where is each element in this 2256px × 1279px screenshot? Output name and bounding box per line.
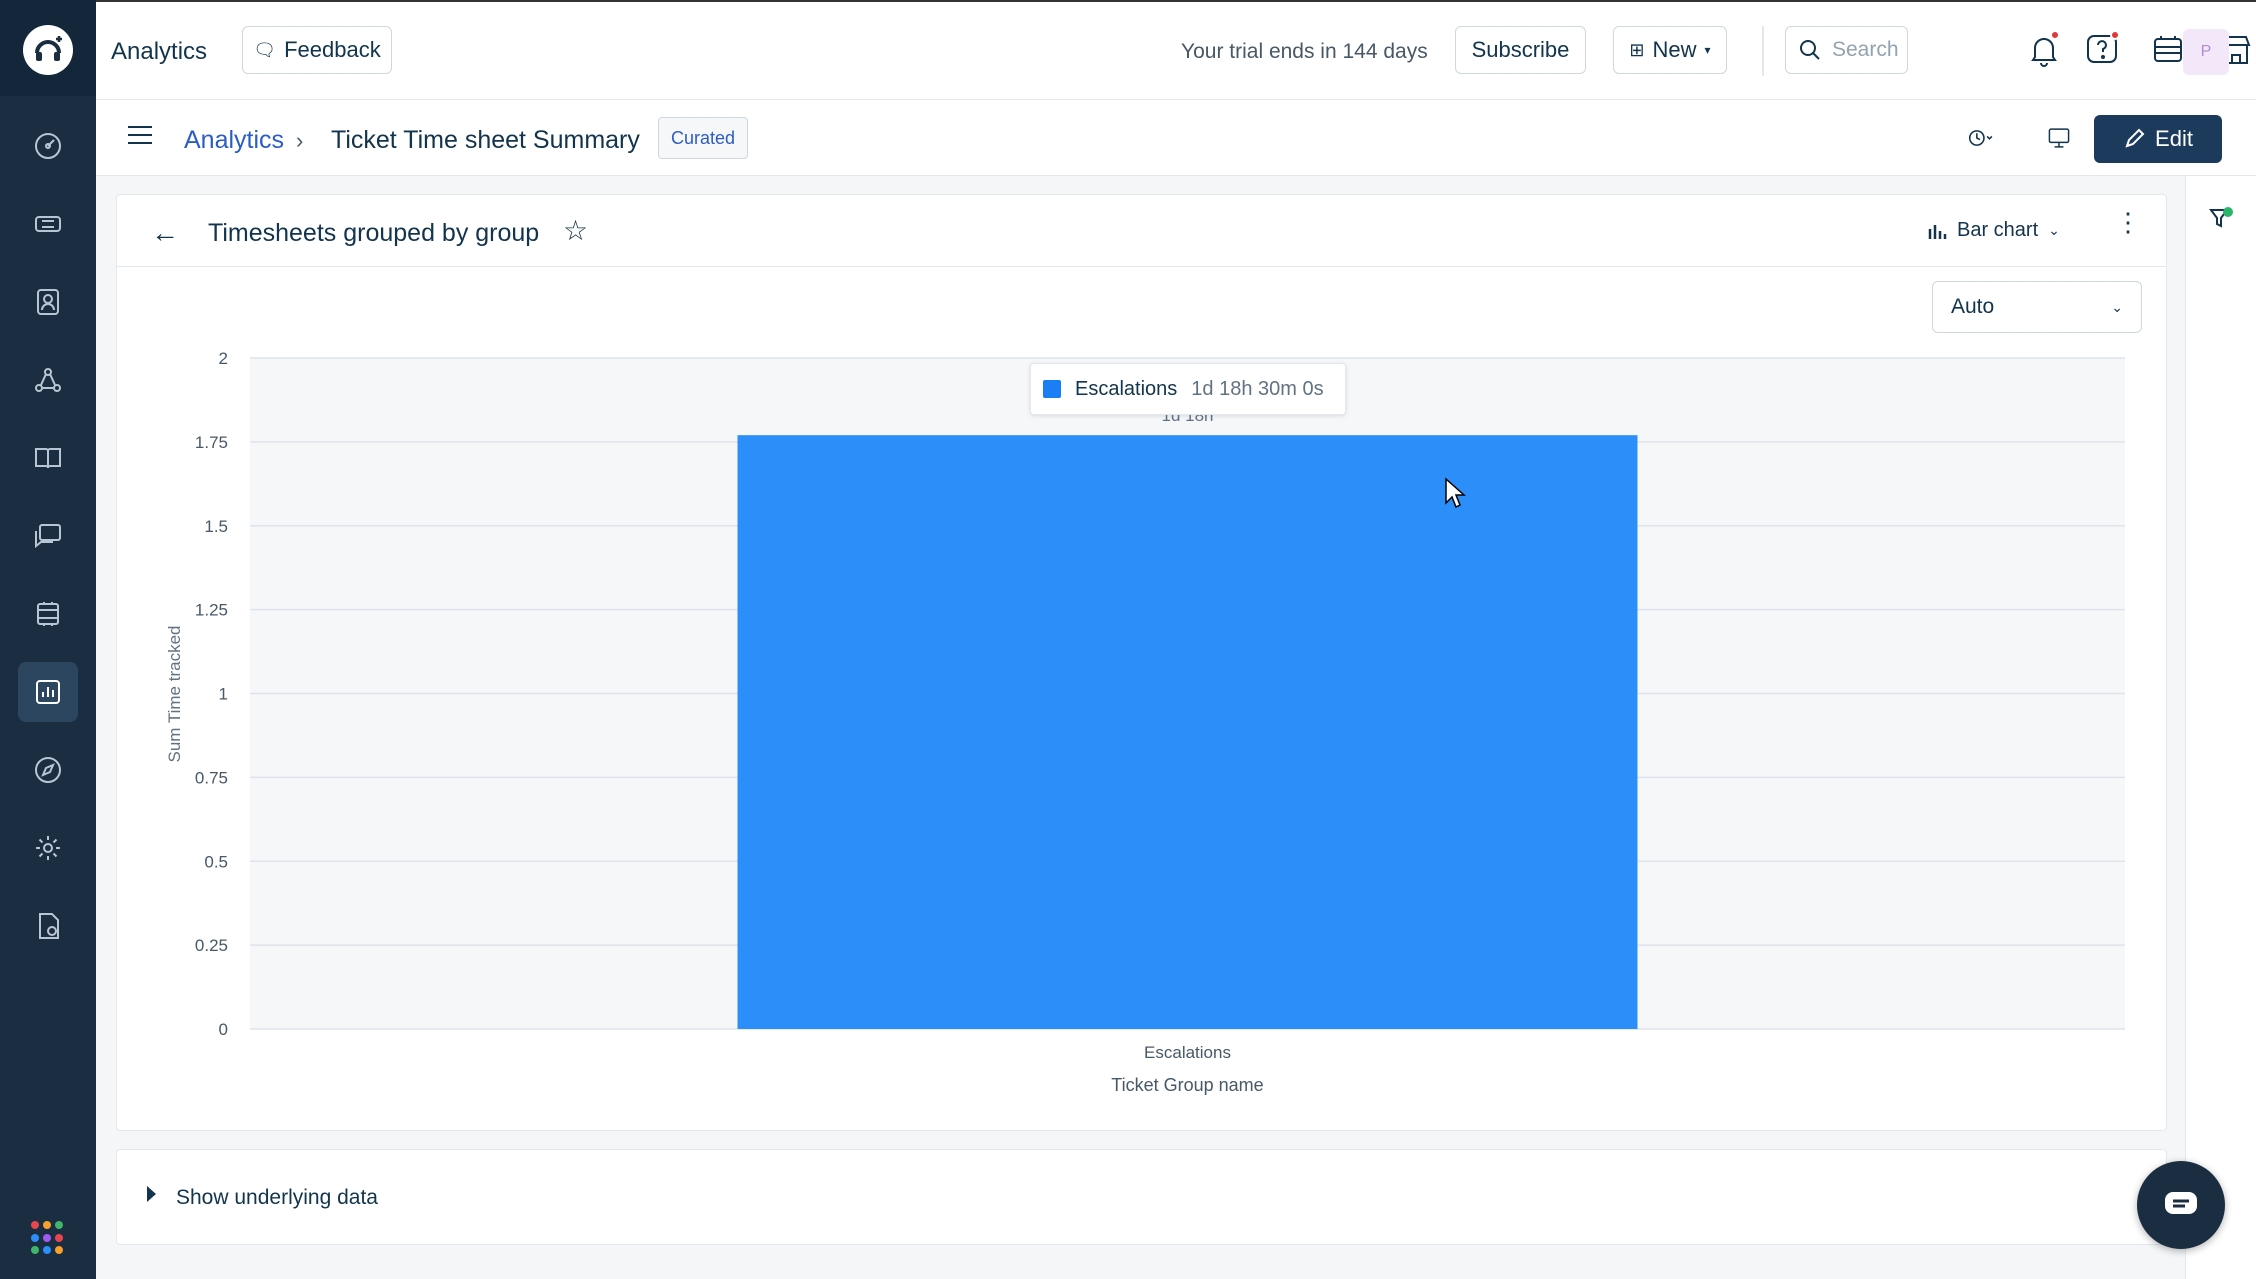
apps-grid-icon[interactable] [31,1221,65,1255]
header-divider [1762,26,1764,76]
app-title: Analytics [111,38,208,65]
chat-button[interactable] [2137,1161,2225,1249]
trial-text: Your trial ends in 144 days [1181,40,1428,63]
left-nav-rail [0,0,96,1279]
star-icon[interactable]: ☆ [563,214,588,247]
scale-select-value: Auto [1951,295,1995,318]
filter-check-icon[interactable] [2208,206,2234,232]
chevron-down-icon: ⌄ [2048,222,2060,238]
feedback-button[interactable]: 🗨 Feedback [242,26,392,74]
breadcrumb-chevron-icon: › [296,128,304,153]
subscribe-button[interactable]: Subscribe [1455,26,1586,74]
chart-type-label: Bar chart [1957,219,2039,241]
mouse-cursor-icon [1445,477,1466,509]
search-placeholder: Search [1832,38,1899,61]
right-side-rail [2185,176,2256,1279]
pencil-icon [2125,128,2145,148]
solutions-icon[interactable] [18,428,78,488]
widget-title: Timesheets grouped by group [208,219,540,247]
search-icon [1800,40,1820,60]
bar-chart-icon [1928,224,1947,239]
edit-button[interactable]: Edit [2094,115,2222,163]
help-icon[interactable] [2080,28,2124,72]
edit-label: Edit [2155,126,2193,151]
chevron-down-icon: ▾ [1704,43,1711,57]
notification-dot [2050,30,2060,40]
hamburger-menu-icon[interactable] [128,126,152,146]
present-icon[interactable] [2037,116,2081,160]
search-input[interactable]: Search [1785,26,1908,74]
tickets-icon[interactable] [18,194,78,254]
reports-refresh-icon[interactable] [18,896,78,956]
back-arrow-icon[interactable]: ← [151,217,179,249]
assets-icon[interactable] [18,584,78,644]
scale-select[interactable]: Auto ⌄ [1932,281,2142,333]
contacts-icon[interactable] [18,272,78,332]
chat-icon [2165,1192,2197,1214]
feedback-icon: 🗨 [253,39,277,60]
underlying-data-label: Show underlying data [176,1186,378,1209]
curated-badge: Curated [658,117,749,159]
refresh-dropdown-icon[interactable] [1950,116,2010,160]
chart-tooltip: Escalations 1d 18h 30m 0s [1030,363,1346,415]
expand-triangle-icon [147,1186,156,1202]
report-header: Analytics › Ticket Time sheet Summary Cu… [96,100,2256,176]
more-options-icon[interactable]: ⋮ [2115,209,2141,235]
settings-icon[interactable] [18,818,78,878]
dashboard-icon[interactable] [18,116,78,176]
avatar[interactable]: P [2183,29,2229,75]
conversations-icon[interactable] [18,506,78,566]
tooltip-series-name: Escalations [1075,377,1178,400]
top-header: Analytics 🗨 Feedback Your trial ends in … [96,0,2256,100]
underlying-data-toggle[interactable]: Show underlying data [116,1149,2167,1245]
chart-widget: ← Timesheets grouped by group ☆ Bar char… [116,194,2167,1131]
analytics-icon[interactable] [18,662,78,722]
new-button[interactable]: ⊞ New ▾ [1613,26,1727,74]
help-dot [2110,30,2120,40]
widget-header: ← Timesheets grouped by group ☆ Bar char… [117,195,2166,267]
bell-icon[interactable] [2022,28,2066,72]
series-swatch [1043,380,1061,398]
groups-icon[interactable] [18,350,78,410]
feedback-label: Feedback [284,37,381,62]
chart-type-dropdown[interactable]: Bar chart ⌄ [1927,219,2060,242]
explore-icon[interactable] [18,740,78,800]
subscribe-label: Subscribe [1471,37,1570,62]
chevron-down-icon: ⌄ [2111,298,2123,315]
tooltip-value: 1d 18h 30m 0s [1191,377,1324,400]
page-title: Ticket Time sheet Summary [331,126,640,154]
new-label: New [1652,37,1697,62]
breadcrumb-analytics[interactable]: Analytics [184,126,284,155]
plus-square-icon: ⊞ [1629,39,1645,60]
freshdesk-logo-icon[interactable] [23,25,73,75]
